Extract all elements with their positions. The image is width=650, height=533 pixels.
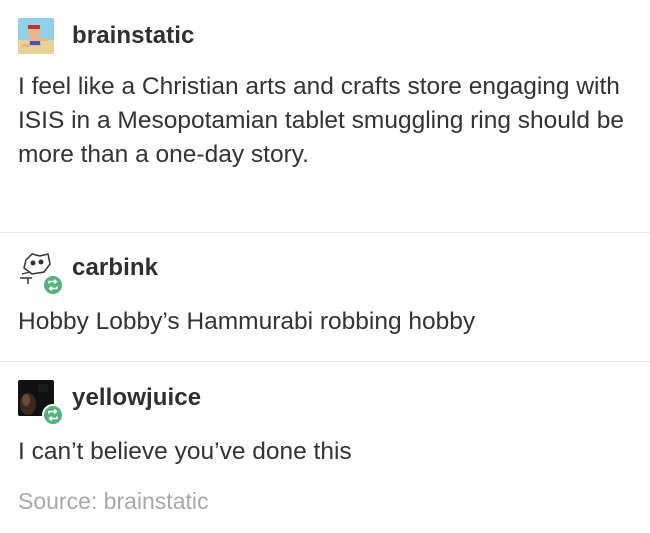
post-header: carbink	[18, 250, 158, 296]
post-body: Hobby Lobby’s Hammurabi robbing hobby	[18, 308, 476, 335]
post-body: I can’t believe you’ve done this	[18, 438, 352, 465]
brainstatic-avatar-icon	[18, 18, 54, 54]
post-body: I feel like a Christian arts and crafts …	[18, 73, 625, 168]
avatar[interactable]	[18, 250, 64, 296]
post-header: yellowjuice	[18, 380, 201, 426]
username[interactable]: carbink	[72, 254, 158, 282]
source-link[interactable]: Source: brainstatic	[18, 488, 208, 515]
reblog-icon	[42, 274, 64, 296]
divider	[0, 232, 650, 233]
avatar[interactable]	[18, 380, 64, 426]
divider	[0, 361, 650, 362]
username[interactable]: brainstatic	[72, 22, 194, 50]
username[interactable]: yellowjuice	[72, 384, 201, 412]
avatar[interactable]	[18, 18, 54, 54]
reblog-icon	[42, 404, 64, 426]
post-header: brainstatic	[18, 18, 194, 54]
